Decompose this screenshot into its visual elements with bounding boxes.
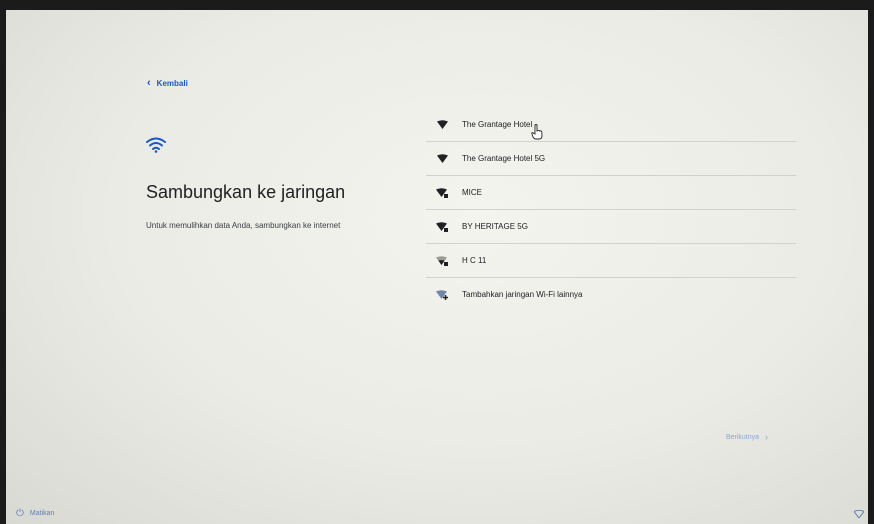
next-button[interactable]: Berikutnya › xyxy=(709,427,785,447)
chevron-right-icon: › xyxy=(765,432,769,442)
back-label: Kembali xyxy=(156,79,188,88)
wifi-open-icon xyxy=(426,154,458,163)
network-list: The Grantage Hotel The Grantage Hotel 5G… xyxy=(426,108,796,311)
shutdown-label: Matikan xyxy=(29,510,55,517)
wifi-icon xyxy=(146,137,166,153)
next-label: Berikutnya xyxy=(725,433,760,441)
wifi-secured-weak-icon xyxy=(426,255,458,266)
network-item-the-grantage-hotel-5g[interactable]: The Grantage Hotel 5G xyxy=(426,142,796,176)
wifi-add-icon xyxy=(426,289,458,300)
network-item-by-heritage-5g[interactable]: BY HERITAGE 5G xyxy=(426,210,796,244)
network-name: BY HERITAGE 5G xyxy=(462,222,528,231)
oobe-screen: ‹ Kembali Sambungkan ke jaringan Untuk m… xyxy=(6,10,868,524)
chevron-left-icon: ‹ xyxy=(147,77,151,89)
network-item-mice[interactable]: MICE xyxy=(426,176,796,210)
page-subtitle: Untuk memulihkan data Anda, sambungkan k… xyxy=(146,221,341,230)
network-name: H C 11 xyxy=(462,256,487,265)
network-name: MICE xyxy=(462,188,482,197)
network-item-hc11[interactable]: H C 11 xyxy=(426,244,796,278)
wifi-secured-icon xyxy=(426,221,458,232)
network-name: The Grantage Hotel xyxy=(462,120,533,129)
wifi-secured-icon xyxy=(426,187,458,198)
hand-cursor-icon xyxy=(531,124,543,140)
network-name: Tambahkan jaringan Wi-Fi lainnya xyxy=(462,290,583,299)
wifi-status-icon[interactable] xyxy=(854,510,864,518)
add-other-network[interactable]: Tambahkan jaringan Wi-Fi lainnya xyxy=(426,278,796,311)
back-button[interactable]: ‹ Kembali xyxy=(147,78,188,89)
wifi-open-icon xyxy=(426,120,458,129)
power-icon: ⏻ xyxy=(16,508,24,519)
page-title: Sambungkan ke jaringan xyxy=(146,182,346,202)
shutdown-button[interactable]: ⏻ Matikan xyxy=(16,508,54,519)
network-name: The Grantage Hotel 5G xyxy=(462,154,546,163)
network-item-the-grantage-hotel[interactable]: The Grantage Hotel xyxy=(426,108,796,142)
